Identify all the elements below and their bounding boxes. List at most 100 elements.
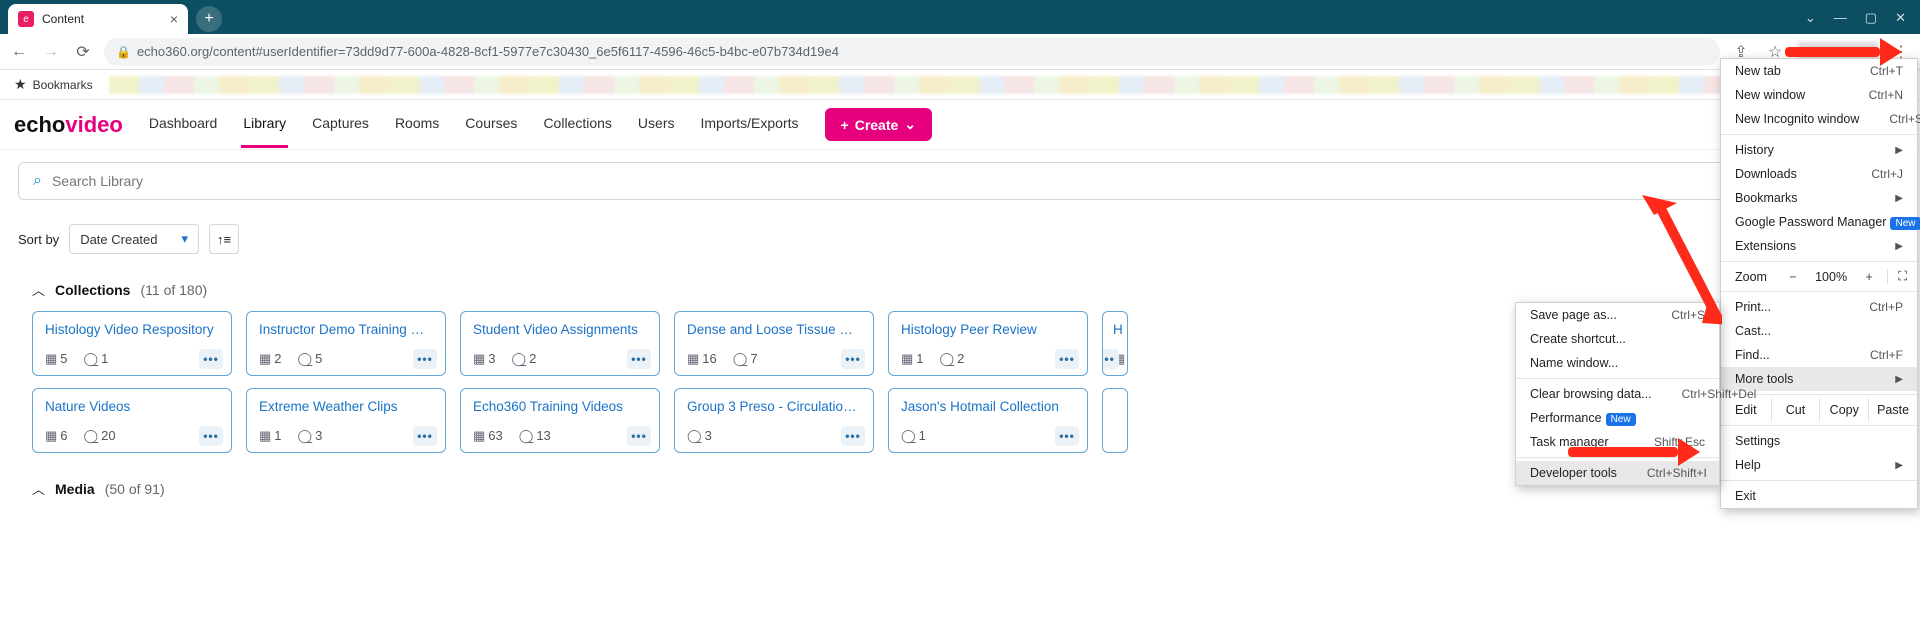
card-title: Jason's Hotmail Collection	[901, 399, 1075, 414]
zoom-out-button[interactable]: −	[1783, 270, 1803, 284]
nav-item-collections[interactable]: Collections	[541, 101, 613, 148]
menu-item-extensions[interactable]: Extensions▶	[1721, 234, 1917, 258]
close-icon[interactable]: ×	[170, 11, 178, 27]
collection-card[interactable]: Student Video Assignments ▦3◯̲2 •••	[460, 311, 660, 376]
tab-favicon: e	[18, 11, 34, 27]
create-button[interactable]: + Create ⌄	[825, 108, 933, 141]
card-menu-button[interactable]: •••	[1055, 426, 1079, 446]
submenu-item-namewindow[interactable]: Name window...	[1516, 351, 1719, 375]
nav-item-courses[interactable]: Courses	[463, 101, 519, 148]
url-text: echo360.org/content#userIdentifier=73dd9…	[137, 44, 839, 59]
submenu-item-savepageas[interactable]: Save page as...Ctrl+S	[1516, 303, 1719, 327]
media-icon: ▦	[45, 351, 57, 366]
chevron-down-icon[interactable]: ⌄	[1805, 10, 1816, 26]
card-menu-button[interactable]: •••	[627, 426, 651, 446]
submenu-item-createshortcut[interactable]: Create shortcut...	[1516, 327, 1719, 351]
new-tab-button[interactable]: +	[196, 6, 222, 32]
submenu-item-clearbrowsingdata[interactable]: Clear browsing data...Ctrl+Shift+Del	[1516, 382, 1719, 406]
card-menu-button[interactable]: •••	[841, 349, 865, 369]
collection-card[interactable]: H ▦1 •••	[1102, 311, 1128, 376]
menu-item-newincognitowindow[interactable]: New Incognito windowCtrl+Shift+N	[1721, 107, 1917, 131]
menu-item-newtab[interactable]: New tabCtrl+T	[1721, 59, 1917, 83]
nav-item-importsexports[interactable]: Imports/Exports	[698, 101, 800, 148]
card-menu-button[interactable]: •••	[413, 426, 437, 446]
card-menu-button[interactable]: •••	[199, 426, 223, 446]
edit-copy[interactable]: Copy	[1820, 398, 1869, 422]
card-meta: ▦16◯̲7	[687, 351, 861, 367]
tab-title: Content	[42, 12, 162, 26]
card-menu-button[interactable]: •••	[1102, 349, 1119, 369]
url-input[interactable]: 🔒 echo360.org/content#userIdentifier=73d…	[104, 38, 1720, 66]
browser-tab[interactable]: e Content ×	[8, 4, 188, 34]
menu-item-googlepasswordmanager[interactable]: Google Password ManagerNew	[1721, 210, 1917, 234]
menu-item-downloads[interactable]: DownloadsCtrl+J	[1721, 162, 1917, 186]
submenu-item-performance[interactable]: PerformanceNew	[1516, 406, 1719, 430]
collection-card[interactable]: Dense and Loose Tissue Revi... ▦16◯̲7 ••…	[674, 311, 874, 376]
collection-card[interactable]: Nature Videos ▦6◯̲20 •••	[32, 388, 232, 453]
card-meta: ◯̲3	[687, 428, 861, 444]
address-bar: ← → ⟳ 🔒 echo360.org/content#userIdentifi…	[0, 34, 1920, 70]
menu-item-print[interactable]: Print...Ctrl+P	[1721, 295, 1917, 319]
menu-item-newwindow[interactable]: New windowCtrl+N	[1721, 83, 1917, 107]
bookmarks-blur	[109, 76, 1906, 94]
user-icon: ◯̲	[298, 351, 313, 366]
window-controls: ⌄ — ▢ ✕	[1805, 10, 1920, 34]
search-input[interactable]	[52, 173, 1887, 189]
submenu-item-developertools[interactable]: Developer toolsCtrl+Shift+I	[1516, 461, 1719, 485]
nav-item-library[interactable]: Library	[241, 101, 288, 148]
nav-item-rooms[interactable]: Rooms	[393, 101, 441, 148]
media-icon: ▦	[259, 351, 271, 366]
collection-card[interactable]	[1102, 388, 1128, 453]
sort-select[interactable]: Date Created ▾	[69, 224, 199, 254]
menu-item-history[interactable]: History▶	[1721, 138, 1917, 162]
fullscreen-icon[interactable]: ⛶	[1887, 269, 1907, 284]
collection-card[interactable]: Echo360 Training Videos ▦63◯̲13 •••	[460, 388, 660, 453]
nav-item-users[interactable]: Users	[636, 101, 677, 148]
menu-item-bookmarks[interactable]: Bookmarks▶	[1721, 186, 1917, 210]
menu-item-help[interactable]: Help▶	[1721, 453, 1917, 477]
card-menu-button[interactable]: •••	[1055, 349, 1079, 369]
card-menu-button[interactable]: •••	[413, 349, 437, 369]
maximize-icon[interactable]: ▢	[1865, 10, 1877, 26]
chevron-down-icon: ⌄	[904, 116, 916, 133]
app-logo[interactable]: echovideo	[14, 112, 123, 138]
zoom-in-button[interactable]: +	[1859, 270, 1879, 284]
menu-item-exit[interactable]: Exit	[1721, 484, 1917, 508]
logo-text-b: video	[65, 112, 122, 138]
minimize-icon[interactable]: —	[1834, 10, 1847, 26]
nav-item-dashboard[interactable]: Dashboard	[147, 101, 220, 148]
sort-direction-button[interactable]: ↑≡	[209, 224, 239, 254]
zoom-label: Zoom	[1735, 270, 1767, 284]
menu-item-cast[interactable]: Cast...	[1721, 319, 1917, 343]
card-menu-button[interactable]: •••	[627, 349, 651, 369]
chevron-up-icon: ︿	[32, 280, 45, 299]
forward-icon[interactable]: →	[40, 43, 62, 61]
menu-item-settings[interactable]: Settings	[1721, 429, 1917, 453]
search-box[interactable]: ⌕	[18, 162, 1902, 200]
edit-paste[interactable]: Paste	[1869, 398, 1917, 422]
sort-label: Sort by	[18, 232, 59, 247]
collection-card[interactable]: Histology Video Respository ▦5◯̲1 •••	[32, 311, 232, 376]
bookmarks-label[interactable]: Bookmarks	[33, 78, 93, 92]
collection-card[interactable]: Jason's Hotmail Collection ◯̲1 •••	[888, 388, 1088, 453]
nav-item-captures[interactable]: Captures	[310, 101, 371, 148]
edit-cut[interactable]: Cut	[1772, 398, 1821, 422]
card-meta: ▦1◯̲2	[901, 351, 1075, 367]
menu-item-find[interactable]: Find...Ctrl+F	[1721, 343, 1917, 367]
card-meta: ▦2◯̲5	[259, 351, 433, 367]
card-title: Nature Videos	[45, 399, 219, 414]
media-icon: ▦	[473, 351, 485, 366]
back-icon[interactable]: ←	[8, 43, 30, 61]
browser-titlebar: e Content × + ⌄ — ▢ ✕	[0, 0, 1920, 34]
section-header-collections[interactable]: ︿ Collections (11 of 180)	[32, 280, 1902, 299]
collection-card[interactable]: Extreme Weather Clips ▦1◯̲3 •••	[246, 388, 446, 453]
card-menu-button[interactable]: •••	[199, 349, 223, 369]
collection-card[interactable]: Histology Peer Review ▦1◯̲2 •••	[888, 311, 1088, 376]
collection-card[interactable]: Group 3 Preso - Circulation of ... ◯̲3 •…	[674, 388, 874, 453]
submenu-item-taskmanager[interactable]: Task managerShift+Esc	[1516, 430, 1719, 454]
close-window-icon[interactable]: ✕	[1895, 10, 1906, 26]
reload-icon[interactable]: ⟳	[72, 42, 94, 62]
collection-card[interactable]: Instructor Demo Training Users ▦2◯̲5 •••	[246, 311, 446, 376]
card-menu-button[interactable]: •••	[841, 426, 865, 446]
logo-text-a: echo	[14, 112, 65, 138]
